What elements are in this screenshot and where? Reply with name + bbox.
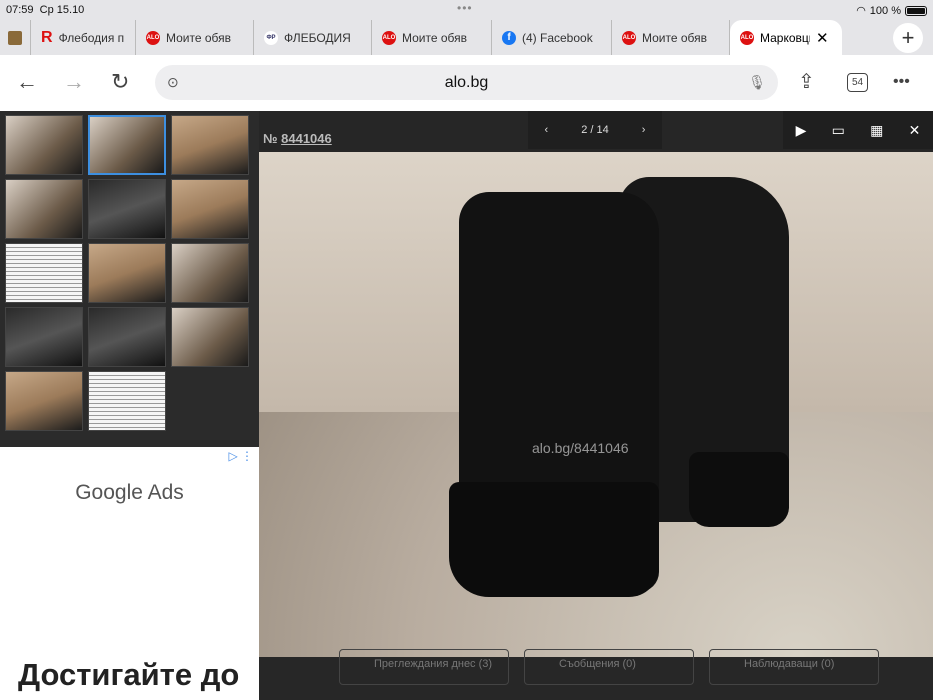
alo-favicon-icon: ALO (622, 30, 636, 45)
favicon-icon: ФР (264, 30, 278, 45)
tab[interactable]: ALO Моите обяв (136, 20, 254, 55)
thumbnail[interactable] (88, 179, 166, 239)
tab[interactable]: f (4) Facebook (492, 20, 612, 55)
thumbnail-panel (0, 111, 259, 447)
views-stat: Преглеждания днес (3) (339, 649, 509, 685)
watermark: alo.bg/8441046 (532, 440, 629, 456)
thumbnail[interactable] (5, 179, 83, 239)
browser-toolbar: ← → ↻ ⊙ alo.bg 🎙︎ ⇪ 54 ••• (0, 55, 933, 111)
close-tab-icon[interactable]: ✕ (816, 29, 829, 47)
more-icon[interactable]: ••• (893, 73, 910, 91)
tab[interactable]: ALO Моите обяв (612, 20, 730, 55)
tab[interactable]: ALO Моите обяв (372, 20, 492, 55)
next-image-icon[interactable]: › (642, 124, 646, 136)
thumbnail[interactable] (5, 115, 83, 175)
clock: 07:59 (6, 4, 34, 16)
tab-count-button[interactable]: 54 (847, 73, 869, 92)
alo-favicon-icon: ALO (382, 30, 396, 45)
lens-icon[interactable]: ⊙ (167, 65, 179, 100)
ad-brand: Google Ads (75, 481, 184, 504)
grid-icon[interactable]: ▦ (870, 122, 883, 139)
tab[interactable]: R Флебодия п (31, 20, 136, 55)
back-icon[interactable]: ← (16, 69, 38, 95)
image-pager: ‹ 2 / 14 › (528, 111, 662, 149)
battery-icon (905, 5, 927, 16)
share-icon[interactable]: ⇪ (798, 69, 815, 94)
status-bar: 07:59 Ср 15.10 ••• ◠ 100 % (0, 0, 933, 20)
thumbnail[interactable] (171, 115, 249, 175)
google-ad[interactable]: ▷ ⋮ Google Ads Достигайте до (0, 447, 259, 700)
main-image[interactable]: alo.bg/8441046 (259, 152, 933, 657)
thumbnail[interactable] (171, 307, 249, 367)
watchers-stat[interactable]: Наблюдаващи (0) (709, 649, 879, 685)
thumbnail[interactable] (5, 243, 83, 303)
adchoices-icon[interactable]: ▷ ⋮ (228, 449, 253, 463)
image-counter: 2 / 14 (581, 124, 609, 136)
battery-level: 100 % (869, 4, 901, 17)
multitask-dots[interactable]: ••• (457, 1, 473, 15)
tab-bar: R Флебодия п ALO Моите обяв ФР ФЛЕБОДИЯ ALO… (0, 20, 933, 55)
facebook-icon: f (502, 30, 516, 45)
new-tab-button[interactable]: + (893, 22, 923, 53)
alo-favicon-icon: ALO (146, 30, 160, 45)
thumbnail[interactable] (88, 243, 166, 303)
thumbnail[interactable] (171, 179, 249, 239)
forward-icon[interactable]: → (63, 69, 85, 95)
mic-icon[interactable]: 🎙︎ (748, 65, 766, 100)
thumbnail[interactable] (5, 371, 83, 431)
date: Ср 15.10 (39, 4, 85, 16)
close-icon[interactable]: ✕ (909, 122, 921, 139)
thumbnail[interactable] (88, 371, 166, 431)
messages-stat[interactable]: Съобщения (0) (524, 649, 694, 685)
tab-pinned[interactable] (0, 20, 31, 55)
thumbnail[interactable] (5, 307, 83, 367)
ad-headline: Достигайте до (18, 657, 240, 692)
fullscreen-icon[interactable]: ▭ (832, 122, 845, 139)
address-bar[interactable]: ⊙ alo.bg 🎙︎ (155, 65, 778, 100)
ad-number-link[interactable]: 8441046 (281, 131, 332, 146)
prev-image-icon[interactable]: ‹ (545, 124, 549, 136)
viewer-topbar: № 8441046 ‹ 2 / 14 › ▶ ▭ ▦ ✕ (259, 111, 933, 152)
favicon-icon: R (41, 28, 53, 46)
tab-active[interactable]: ALO Марковци ✕ (730, 20, 842, 55)
stats-bar: Преглеждания днес (3) Съобщения (0) Набл… (259, 649, 933, 700)
wifi-icon: ◠ (856, 5, 866, 17)
alo-favicon-icon: ALO (740, 30, 754, 45)
thumbnail[interactable] (88, 307, 166, 367)
thumbnail[interactable] (171, 243, 249, 303)
favicon-icon (8, 30, 22, 45)
tab[interactable]: ФР ФЛЕБОДИЯ (254, 20, 372, 55)
thumbnail-selected[interactable] (88, 115, 166, 175)
play-icon[interactable]: ▶ (796, 122, 807, 139)
reload-icon[interactable]: ↻ (111, 69, 129, 95)
